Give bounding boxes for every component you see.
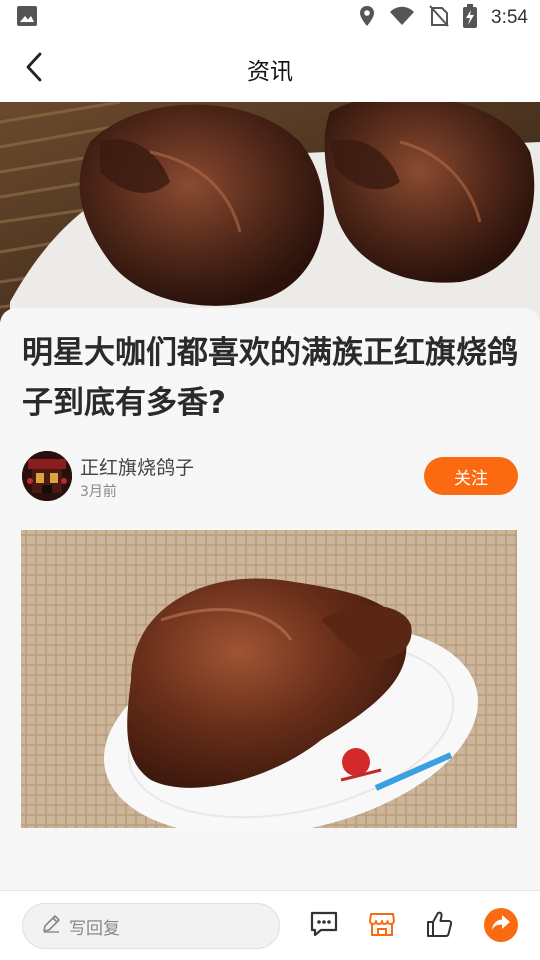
battery-charging-icon: [463, 4, 478, 32]
comment-button[interactable]: [306, 908, 342, 944]
follow-button[interactable]: 关注: [424, 457, 518, 495]
location-icon: [359, 5, 375, 31]
hero-image: [0, 102, 540, 322]
post-time: 3月前: [80, 484, 117, 500]
avatar[interactable]: [22, 451, 72, 501]
app-bar: 资讯: [0, 36, 540, 102]
status-bar: 3:54: [0, 0, 540, 36]
bottom-bar: 写回复: [0, 890, 540, 960]
share-button[interactable]: [484, 908, 518, 942]
reply-placeholder: 写回复: [69, 918, 120, 939]
article-card: 明星大咖们都喜欢的满族正红旗烧鸽子到底有多香? 正红旗烧鸽子 3月前 关注: [0, 308, 540, 892]
article-title: 明星大咖们都喜欢的满族正红旗烧鸽子到底有多香?: [22, 335, 518, 421]
comment-icon: [309, 910, 339, 942]
pencil-icon: [41, 914, 61, 938]
shop-icon: [368, 910, 396, 942]
article-image[interactable]: [21, 530, 517, 828]
back-button[interactable]: [14, 49, 54, 89]
share-icon: [491, 914, 511, 936]
no-sim-icon: [429, 5, 449, 31]
chevron-left-icon: [24, 52, 44, 86]
like-icon: [425, 910, 453, 942]
author-name[interactable]: 正红旗烧鸽子: [80, 453, 194, 480]
like-button[interactable]: [421, 908, 457, 944]
page-title: 资讯: [247, 59, 293, 85]
shop-button[interactable]: [364, 908, 400, 944]
reply-input[interactable]: 写回复: [22, 903, 280, 949]
status-time: 3:54: [491, 7, 528, 28]
wifi-icon: [389, 6, 415, 30]
image-icon: [16, 5, 38, 31]
author-row: 正红旗烧鸽子 3月前 关注: [22, 451, 518, 503]
